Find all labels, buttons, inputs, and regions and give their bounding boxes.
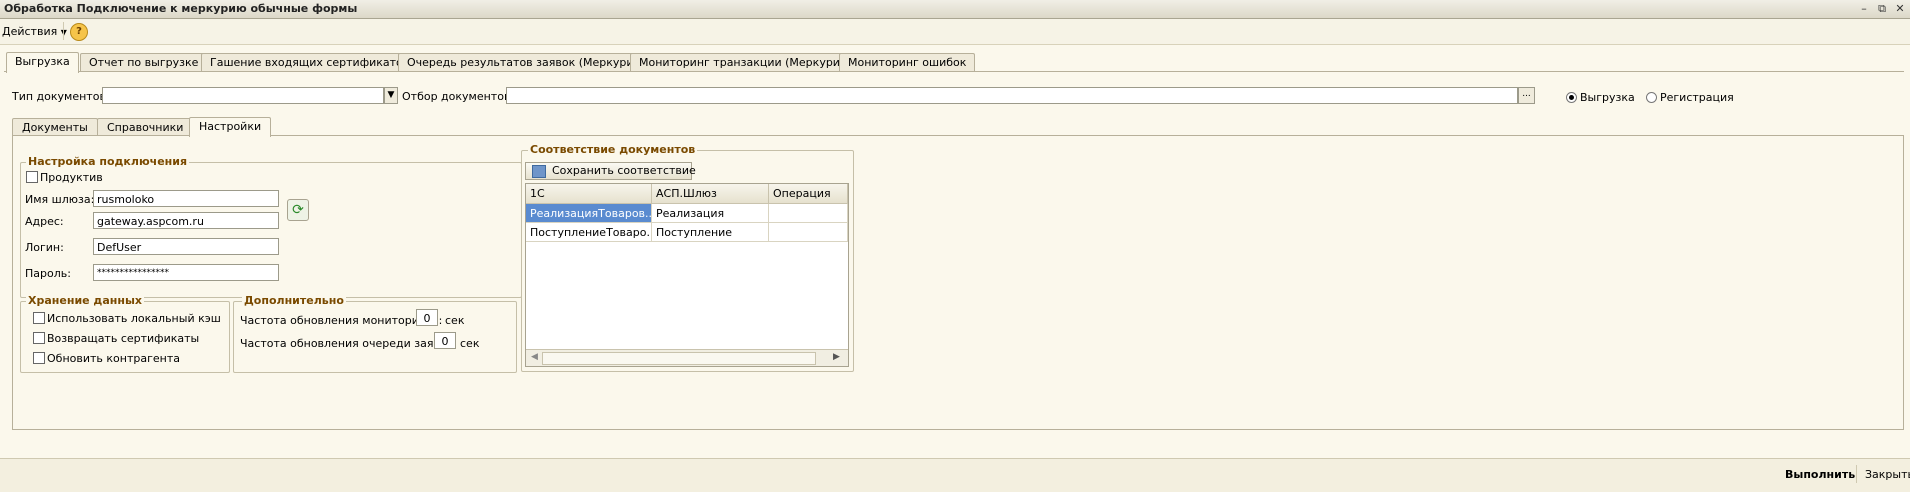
window-titlebar: Обработка Подключение к меркурию обычные… <box>0 0 1910 19</box>
return-certs-checkbox[interactable] <box>33 332 45 344</box>
table-cell[interactable] <box>769 223 848 242</box>
monitor-freq-input[interactable]: 0 <box>416 309 438 326</box>
divider <box>1856 465 1857 483</box>
productive-label: Продуктив <box>40 171 103 184</box>
doc-filter-label: Отбор документов: <box>402 90 515 103</box>
tab-certificates[interactable]: Гашение входящих сертификатов <box>201 53 419 72</box>
scroll-right-icon[interactable]: ▶ <box>833 352 840 362</box>
maximize-icon[interactable]: ⧉ <box>1874 1 1890 16</box>
tab-export[interactable]: Выгрузка <box>6 52 79 73</box>
address-label: Адрес: <box>25 215 64 228</box>
bottom-bar: Выполнить Закрыть <box>0 458 1910 492</box>
save-icon <box>532 164 546 178</box>
radio-register[interactable] <box>1646 92 1657 103</box>
return-certs-label: Возвращать сертификаты <box>47 332 200 345</box>
radio-register-label: Регистрация <box>1660 91 1734 104</box>
table-cell[interactable]: ПоступлениеТоваро... <box>526 223 652 242</box>
radio-export[interactable] <box>1566 92 1577 103</box>
column-header-gateway[interactable]: АСП.Шлюз <box>652 184 769 204</box>
save-mapping-button[interactable]: Сохранить соответствие <box>525 162 696 180</box>
doc-type-select[interactable] <box>102 87 384 104</box>
password-input[interactable]: **************** <box>93 264 279 281</box>
tab-export-report[interactable]: Отчет по выгрузке <box>80 53 208 72</box>
minimize-icon[interactable]: – <box>1856 1 1872 16</box>
monitor-freq-label: Частота обновления мониторинга: <box>240 314 443 327</box>
column-header-1c[interactable]: 1С <box>526 184 652 204</box>
doc-filter-input[interactable] <box>506 87 1518 104</box>
gateway-input[interactable]: rusmoloko <box>93 190 279 207</box>
table-cell[interactable]: Поступление <box>652 223 769 242</box>
tabs-baseline <box>4 71 1904 72</box>
mapping-title: Соответствие документов <box>528 143 698 156</box>
gateway-label: Имя шлюза: <box>25 193 95 206</box>
extra-title: Дополнительно <box>242 294 346 307</box>
table-cell[interactable] <box>769 204 848 223</box>
address-input[interactable]: gateway.aspcom.ru <box>93 212 279 229</box>
monitor-freq-unit: сек <box>445 314 465 327</box>
help-icon[interactable]: ? <box>70 23 88 41</box>
connection-title: Настройка подключения <box>26 155 190 168</box>
actions-label: Действия <box>2 25 58 38</box>
scroll-left-icon[interactable]: ◀ <box>531 352 538 362</box>
storage-title: Хранение данных <box>26 294 144 307</box>
actions-menu[interactable]: Действия ▼ <box>2 25 67 38</box>
update-counterparty-label: Обновить контрагента <box>47 352 180 365</box>
divider <box>63 22 64 40</box>
local-cache-label: Использовать локальный кэш <box>47 312 221 325</box>
update-counterparty-checkbox[interactable] <box>33 352 45 364</box>
radio-export-label: Выгрузка <box>1580 91 1635 104</box>
ellipsis-button[interactable]: ... <box>1518 87 1535 104</box>
doc-type-label: Тип документов: <box>12 90 110 103</box>
queue-freq-label: Частота обновления очереди заявок: <box>240 337 458 350</box>
horizontal-scrollbar[interactable]: ◀ ▶ <box>526 349 848 366</box>
refresh-icon[interactable]: ⟳ <box>287 199 309 221</box>
subtab-documents[interactable]: Документы <box>12 118 98 136</box>
column-header-operation[interactable]: Операция <box>769 184 848 204</box>
subtab-settings[interactable]: Настройки <box>189 117 272 137</box>
queue-freq-unit: сек <box>460 337 480 350</box>
run-button[interactable]: Выполнить <box>1785 468 1855 481</box>
login-input[interactable]: DefUser <box>93 238 279 255</box>
login-label: Логин: <box>25 241 64 254</box>
tab-results-queue[interactable]: Очередь результатов заявок (Меркурий) <box>398 53 654 72</box>
subtab-references[interactable]: Справочники <box>97 118 194 136</box>
close-button[interactable]: Закрыть <box>1865 468 1910 481</box>
save-mapping-label: Сохранить соответствие <box>552 164 696 177</box>
tab-transaction-monitoring[interactable]: Мониторинг транзакции (Меркурий) <box>630 53 861 72</box>
close-icon[interactable]: ✕ <box>1892 1 1908 16</box>
productive-checkbox[interactable] <box>26 171 38 183</box>
tab-error-monitoring[interactable]: Мониторинг ошибок <box>839 53 976 72</box>
toolbar: Действия ▼ ? <box>0 19 1910 45</box>
window-title: Обработка Подключение к меркурию обычные… <box>4 2 358 15</box>
queue-freq-input[interactable]: 0 <box>434 332 456 349</box>
chevron-down-icon[interactable]: ▼ <box>384 87 398 104</box>
local-cache-checkbox[interactable] <box>33 312 45 324</box>
scrollbar-thumb[interactable] <box>542 352 816 365</box>
table-cell[interactable]: РеализацияТоваров... <box>526 204 652 223</box>
password-label: Пароль: <box>25 267 71 280</box>
table-cell[interactable]: Реализация <box>652 204 769 223</box>
mapping-table: 1С АСП.Шлюз Операция РеализацияТоваров..… <box>525 183 849 367</box>
